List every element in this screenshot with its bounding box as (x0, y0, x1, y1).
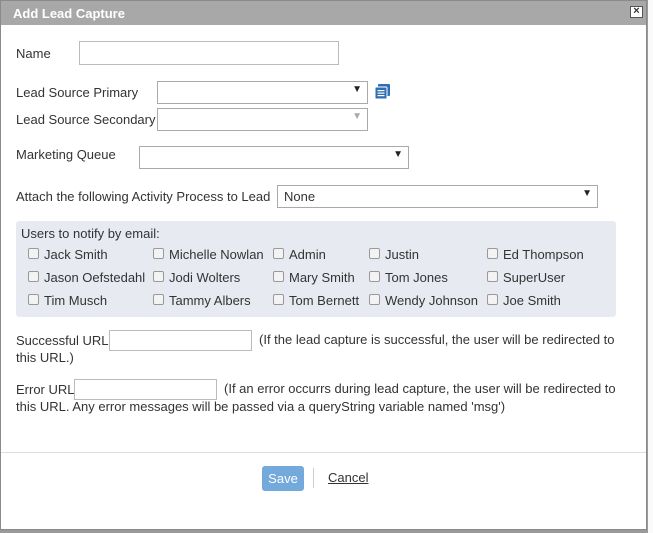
list-edit-icon[interactable] (375, 84, 390, 99)
notify-user-label: Mary Smith (289, 270, 355, 285)
notify-user-label: Tom Jones (385, 270, 448, 285)
notify-user-label: Joe Smith (503, 293, 561, 308)
success-url-note-line1: (If the lead capture is successful, the … (259, 332, 615, 347)
button-separator (313, 468, 314, 488)
activity-process-label: Attach the following Activity Process to… (16, 189, 271, 204)
notify-user-label: Tom Bernett (289, 293, 360, 308)
notify-user-label: Jason Oefstedahl (44, 270, 146, 285)
success-url-label: Successful URL (16, 333, 109, 348)
notify-user-label: Jack Smith (44, 247, 108, 262)
footer-divider (1, 452, 646, 453)
notify-user-label: Ed Thompson (503, 247, 584, 262)
cancel-link[interactable]: Cancel (328, 470, 368, 485)
name-input[interactable] (79, 41, 339, 65)
background-page-edge (648, 0, 653, 533)
notify-user-label: SuperUser (503, 270, 566, 285)
success-url-input[interactable] (109, 330, 252, 351)
error-url-note-line2: this URL. Any error messages will be pas… (16, 399, 506, 414)
notify-checkbox[interactable] (369, 294, 380, 305)
notify-checkbox[interactable] (369, 248, 380, 259)
lead-source-secondary-label: Lead Source Secondary (16, 112, 156, 127)
notify-checkbox[interactable] (487, 294, 498, 305)
notify-checkbox[interactable] (28, 271, 39, 282)
lead-source-primary-label: Lead Source Primary (16, 85, 139, 100)
success-url-note-line2: this URL.) (16, 350, 74, 365)
dialog-title: Add Lead Capture (13, 6, 125, 21)
name-label: Name (16, 46, 51, 61)
error-url-input[interactable] (74, 379, 217, 400)
lead-source-secondary-select[interactable]: ▼ (157, 108, 368, 131)
lead-source-primary-select[interactable]: ▼ (157, 81, 368, 104)
notify-user-label: Admin (289, 247, 326, 262)
notify-checkbox[interactable] (28, 248, 39, 259)
chevron-down-icon: ▼ (393, 149, 403, 160)
activity-process-value: None (284, 189, 316, 204)
notify-user-label: Jodi Wolters (169, 270, 241, 285)
notify-users-title: Users to notify by email: (21, 226, 160, 241)
notify-checkbox[interactable] (487, 248, 498, 259)
error-url-label: Error URL (16, 382, 75, 397)
notify-checkbox[interactable] (153, 248, 164, 259)
notify-checkbox[interactable] (273, 248, 284, 259)
chevron-down-icon: ▼ (352, 111, 362, 122)
notify-user-label: Tim Musch (44, 293, 108, 308)
error-url-note-line1: (If an error occurrs during lead capture… (224, 381, 616, 396)
marketing-queue-select[interactable]: ▼ (139, 146, 409, 169)
notify-user-label: Michelle Nowlan (169, 247, 264, 262)
notify-checkbox[interactable] (369, 271, 380, 282)
chevron-down-icon: ▼ (352, 84, 362, 95)
notify-checkbox[interactable] (153, 271, 164, 282)
notify-checkbox[interactable] (273, 294, 284, 305)
notify-checkbox[interactable] (273, 271, 284, 282)
marketing-queue-label: Marketing Queue (16, 147, 116, 162)
save-button[interactable]: Save (262, 466, 304, 491)
notify-checkbox[interactable] (28, 294, 39, 305)
dialog-titlebar: Add Lead Capture × (1, 1, 646, 25)
close-icon[interactable]: × (630, 6, 643, 18)
add-lead-capture-dialog: Add Lead Capture × Name Lead Source Prim… (0, 0, 647, 530)
activity-process-select[interactable]: None ▼ (277, 185, 598, 208)
notify-users-panel: Users to notify by email: Jack Smith Mich… (16, 221, 616, 317)
notify-user-label: Justin (385, 247, 419, 262)
notify-checkbox[interactable] (153, 294, 164, 305)
notify-user-label: Wendy Johnson (385, 293, 478, 308)
chevron-down-icon: ▼ (582, 188, 592, 199)
notify-user-label: Tammy Albers (169, 293, 251, 308)
notify-checkbox[interactable] (487, 271, 498, 282)
